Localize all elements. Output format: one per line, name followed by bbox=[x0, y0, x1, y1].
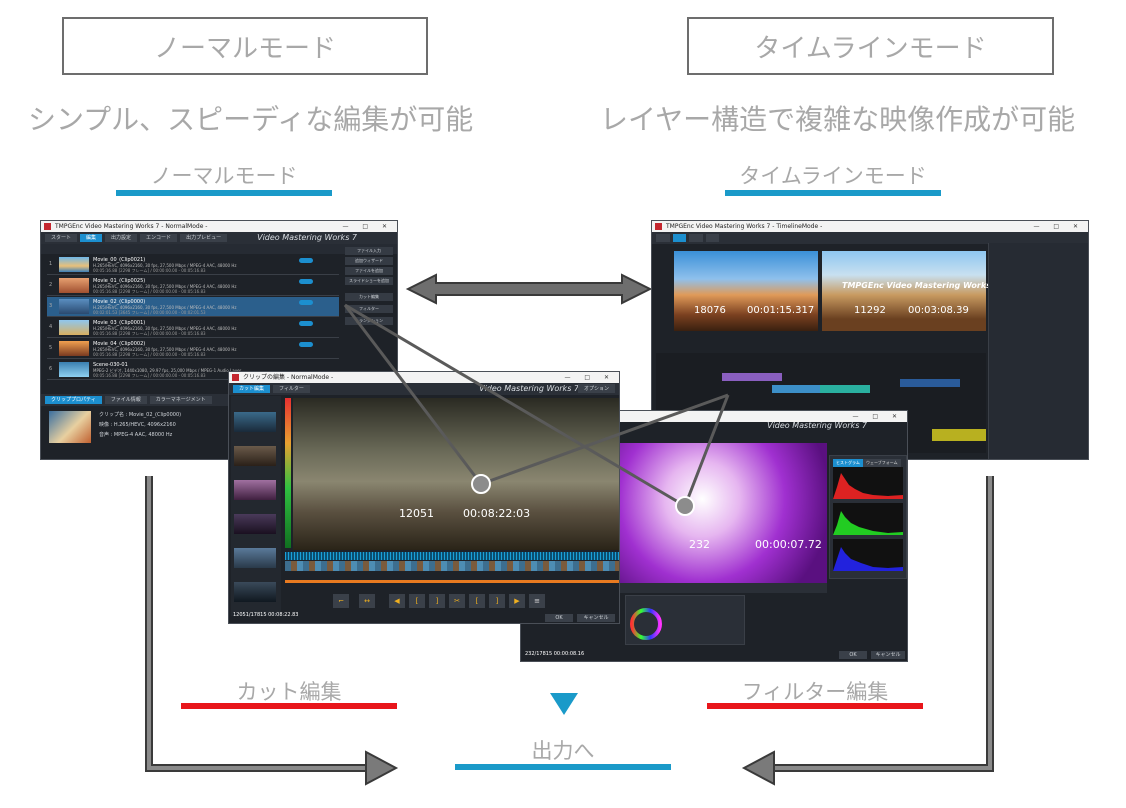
cut-connector-dot bbox=[471, 474, 491, 494]
connector-lines bbox=[343, 303, 730, 508]
output-label: 出力へ bbox=[531, 739, 595, 763]
cut-edit-label: カット編集 bbox=[236, 680, 342, 704]
cut-edit-underline bbox=[181, 703, 397, 709]
output-underline bbox=[455, 764, 671, 770]
filter-connector-dot bbox=[675, 496, 695, 516]
filter-edit-label: フィルター編集 bbox=[741, 680, 889, 704]
filter-edit-underline bbox=[707, 703, 923, 709]
